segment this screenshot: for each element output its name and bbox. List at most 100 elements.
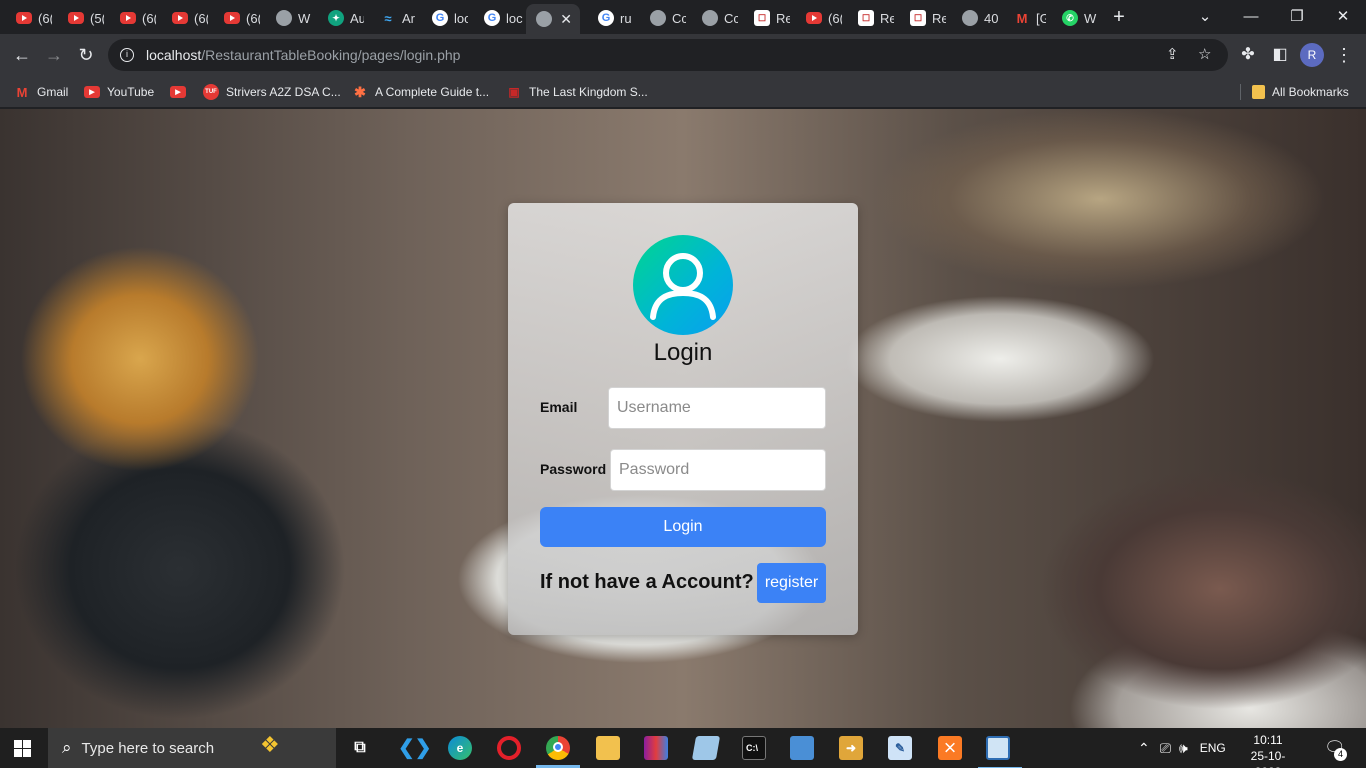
tab[interactable]: ✆ W xyxy=(1046,4,1098,32)
bookmark-star-icon[interactable]: ☆ xyxy=(1198,45,1211,63)
task-view-icon[interactable]: ⧉ xyxy=(348,736,372,760)
email-input[interactable] xyxy=(608,387,826,429)
tab[interactable]: Cc xyxy=(634,4,686,32)
globe-icon xyxy=(962,10,978,26)
gmail-icon: M xyxy=(1016,10,1028,26)
tab[interactable]: ☐ Re xyxy=(738,4,790,32)
minimize-button[interactable]: — xyxy=(1240,6,1262,28)
tab[interactable]: W xyxy=(260,4,312,32)
google-icon: G xyxy=(432,10,448,26)
page-content: Login Email Password Login If not have a… xyxy=(0,109,1366,728)
xampp-icon[interactable]: ⨉ xyxy=(938,736,962,760)
bookmark-last-kingdom[interactable]: ▣ The Last Kingdom S... xyxy=(506,82,647,102)
app-window-icon[interactable] xyxy=(978,736,1022,768)
folder-arrow-icon[interactable]: ➜ xyxy=(839,736,863,760)
film-icon: ▣ xyxy=(508,85,520,99)
google-icon: G xyxy=(598,10,614,26)
tab[interactable]: (6( xyxy=(790,4,842,32)
vscode-icon[interactable]: ❮❯ xyxy=(398,736,432,760)
login-button[interactable]: Login xyxy=(540,507,826,547)
bookmark-strivers[interactable]: TUF Strivers A2Z DSA C... xyxy=(203,82,341,102)
tab[interactable]: (6( xyxy=(156,4,208,32)
network-icon[interactable]: ⎚ xyxy=(1160,740,1171,757)
tab[interactable]: M [G xyxy=(998,4,1046,32)
url-text[interactable]: localhost/RestaurantTableBooking/pages/l… xyxy=(146,47,460,63)
search-highlight-icon: ❖ xyxy=(260,732,280,757)
side-panel-icon[interactable]: ◧ xyxy=(1268,43,1292,67)
tab[interactable]: ≈ Ar xyxy=(364,4,416,32)
tab[interactable]: ☐ Re xyxy=(894,4,946,32)
bookmark-youtube-2[interactable]: ▶ xyxy=(170,82,193,102)
app-icon: ☐ xyxy=(858,10,874,26)
volume-icon[interactable]: 🕪 xyxy=(1179,740,1188,757)
youtube-icon: ▶ xyxy=(170,86,186,98)
globe-icon xyxy=(650,10,666,26)
password-input[interactable] xyxy=(610,449,826,491)
taskbar: ⌕ Type here to search ❖ ⧉ ❮❯ e C:\ ➜ ✎ ⨉… xyxy=(0,728,1366,768)
close-tab-icon[interactable]: ✕ xyxy=(560,11,572,28)
login-title: Login xyxy=(653,339,713,366)
tab[interactable]: (6( xyxy=(208,4,260,32)
windows-start-icon[interactable] xyxy=(14,740,32,757)
gmail-icon: M xyxy=(16,84,28,100)
tab-active[interactable]: ✕ xyxy=(526,4,580,34)
new-tab-button[interactable]: + xyxy=(1108,6,1130,28)
tuf-icon: TUF xyxy=(203,84,219,100)
tab[interactable]: (5( xyxy=(52,4,104,32)
paint-icon[interactable]: ✎ xyxy=(888,736,912,760)
taskbar-search[interactable]: ⌕ Type here to search ❖ xyxy=(48,728,336,768)
tab[interactable]: Gloc xyxy=(416,4,468,32)
chevron-up-icon[interactable]: ⌃ xyxy=(1138,740,1150,757)
youtube-icon xyxy=(172,12,188,24)
notepad-icon[interactable] xyxy=(691,736,721,760)
user-avatar-icon xyxy=(633,235,733,335)
tab[interactable]: 40 xyxy=(946,4,998,32)
bookmark-complete-guide[interactable]: ✱ A Complete Guide t... xyxy=(352,82,489,102)
file-explorer-icon[interactable] xyxy=(596,736,620,760)
arrow-wave-icon: ≈ xyxy=(384,10,392,26)
profile-avatar[interactable]: R xyxy=(1300,43,1324,67)
tab[interactable]: ☐ Re xyxy=(842,4,894,32)
tab[interactable]: ✦ Au xyxy=(312,4,364,32)
language-indicator[interactable]: ENG xyxy=(1200,741,1226,755)
clock[interactable]: 10:11 25-10-2023 xyxy=(1240,732,1296,768)
asterisk-icon: ✱ xyxy=(354,83,366,100)
extensions-icon[interactable]: ✤ xyxy=(1236,43,1260,67)
terminal-icon[interactable]: C:\ xyxy=(742,736,766,760)
share-icon[interactable]: ⇪ xyxy=(1166,45,1179,63)
tab[interactable]: (6( xyxy=(0,4,52,32)
google-icon: G xyxy=(484,10,500,26)
site-info-icon[interactable]: i xyxy=(120,48,134,62)
control-panel-icon[interactable] xyxy=(790,736,814,760)
browser-toolbar: ← → ↻ i localhost/RestaurantTableBooking… xyxy=(0,34,1366,76)
reload-button[interactable]: ↻ xyxy=(74,43,98,67)
close-window-button[interactable]: ✕ xyxy=(1332,6,1354,28)
chrome-icon[interactable] xyxy=(536,736,580,768)
bookmark-gmail[interactable]: M Gmail xyxy=(14,82,69,102)
no-account-text: If not have a Account? xyxy=(540,571,754,593)
menu-icon[interactable]: ⋮ xyxy=(1332,43,1356,67)
register-button[interactable]: register xyxy=(757,563,826,603)
forward-button[interactable]: → xyxy=(42,43,66,67)
tab[interactable]: (6( xyxy=(104,4,156,32)
back-button[interactable]: ← xyxy=(10,43,34,67)
app-icon: ☐ xyxy=(754,10,770,26)
youtube-icon xyxy=(16,12,32,24)
system-tray: ⌃ ⎚ 🕪 ENG xyxy=(1138,728,1226,768)
tab[interactable]: Cc xyxy=(686,4,738,32)
tab[interactable]: Gloc xyxy=(468,4,524,32)
globe-icon xyxy=(702,10,718,26)
whatsapp-icon: ✆ xyxy=(1062,10,1078,26)
tab-search-chevron-icon[interactable]: ⌄ xyxy=(1194,6,1216,28)
restore-button[interactable]: ❐ xyxy=(1286,6,1308,28)
tab[interactable]: Gru xyxy=(582,4,634,32)
opera-icon[interactable] xyxy=(497,736,521,760)
all-bookmarks[interactable]: All Bookmarks xyxy=(1252,82,1349,102)
tab-strip: (6( (5( (6( (6( (6( W ✦Au ≈Ar Gloc Gloc … xyxy=(0,0,1366,34)
edge-icon[interactable]: e xyxy=(448,736,472,760)
email-label: Email xyxy=(540,399,578,415)
winrar-icon[interactable] xyxy=(644,736,668,760)
address-bar[interactable]: i localhost/RestaurantTableBooking/pages… xyxy=(108,39,1228,71)
youtube-icon xyxy=(68,12,84,24)
bookmark-youtube[interactable]: ▶ YouTube xyxy=(84,82,154,102)
